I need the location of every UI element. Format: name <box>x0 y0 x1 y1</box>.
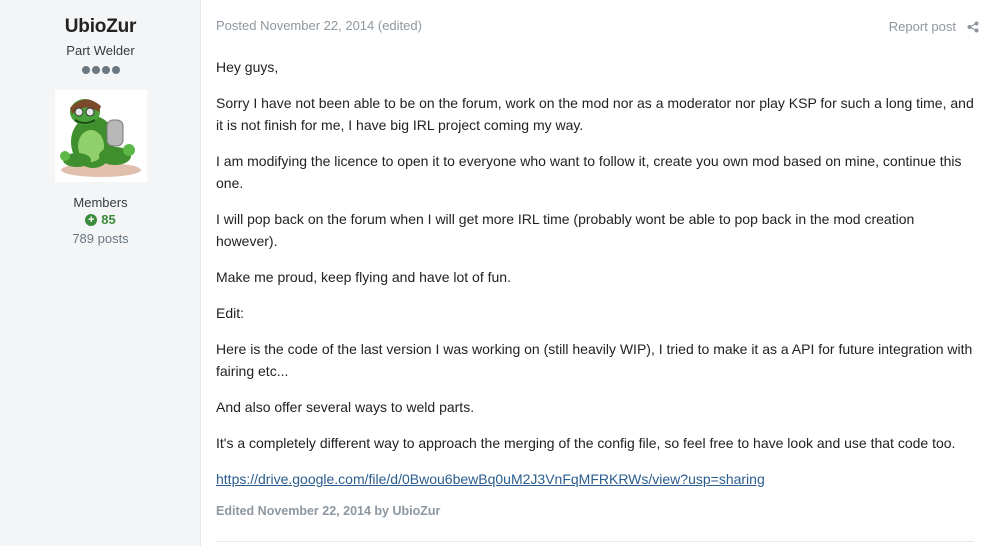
post-paragraph: Sorry I have not been able to be on the … <box>216 95 974 133</box>
post-paragraph: And also offer several ways to weld part… <box>216 399 475 415</box>
post-paragraph: Make me proud, keep flying and have lot … <box>216 269 511 285</box>
post-paragraph: Edit: <box>216 305 245 321</box>
author-panel: UbioZur Part Welder Members + 85 789 pos… <box>0 0 201 546</box>
post-paragraph: Hey guys, <box>216 59 279 75</box>
post-meta: Posted November 22, 2014 (edited) <box>216 18 422 33</box>
drive-link[interactable]: https://drive.google.com/file/d/0Bwou6be… <box>216 471 765 487</box>
post-paragraph: I am modifying the licence to open it to… <box>216 153 962 191</box>
reputation-value: 85 <box>101 212 116 227</box>
post-paragraph: I will pop back on the forum when I will… <box>216 211 915 249</box>
author-name[interactable]: UbioZur <box>0 16 201 38</box>
plus-circle-icon: + <box>85 213 98 226</box>
report-post-link[interactable]: Report post <box>889 19 956 34</box>
edited-note: Edited November 22, 2014 by UbioZur <box>216 504 441 518</box>
rank-pip <box>101 66 110 74</box>
member-group: Members <box>73 195 128 210</box>
share-icon[interactable] <box>967 21 979 33</box>
post-paragraph: It's a completely different way to appro… <box>216 435 956 451</box>
rank-pip <box>91 66 100 74</box>
post-count: 789 posts <box>72 231 129 246</box>
post-paragraph: Here is the code of the last version I w… <box>216 341 973 379</box>
avatar[interactable] <box>55 90 147 182</box>
link-paragraph: https://drive.google.com/file/d/0Bwou6be… <box>216 468 978 490</box>
rank-pip <box>111 66 120 74</box>
post-content: Hey guys, Sorry I have not been able to … <box>216 56 978 504</box>
rank-pips <box>0 66 201 74</box>
divider <box>216 541 974 542</box>
author-rank: Part Welder <box>66 43 135 58</box>
rank-pip <box>81 66 90 74</box>
reputation-badge[interactable]: + 85 <box>0 212 201 227</box>
